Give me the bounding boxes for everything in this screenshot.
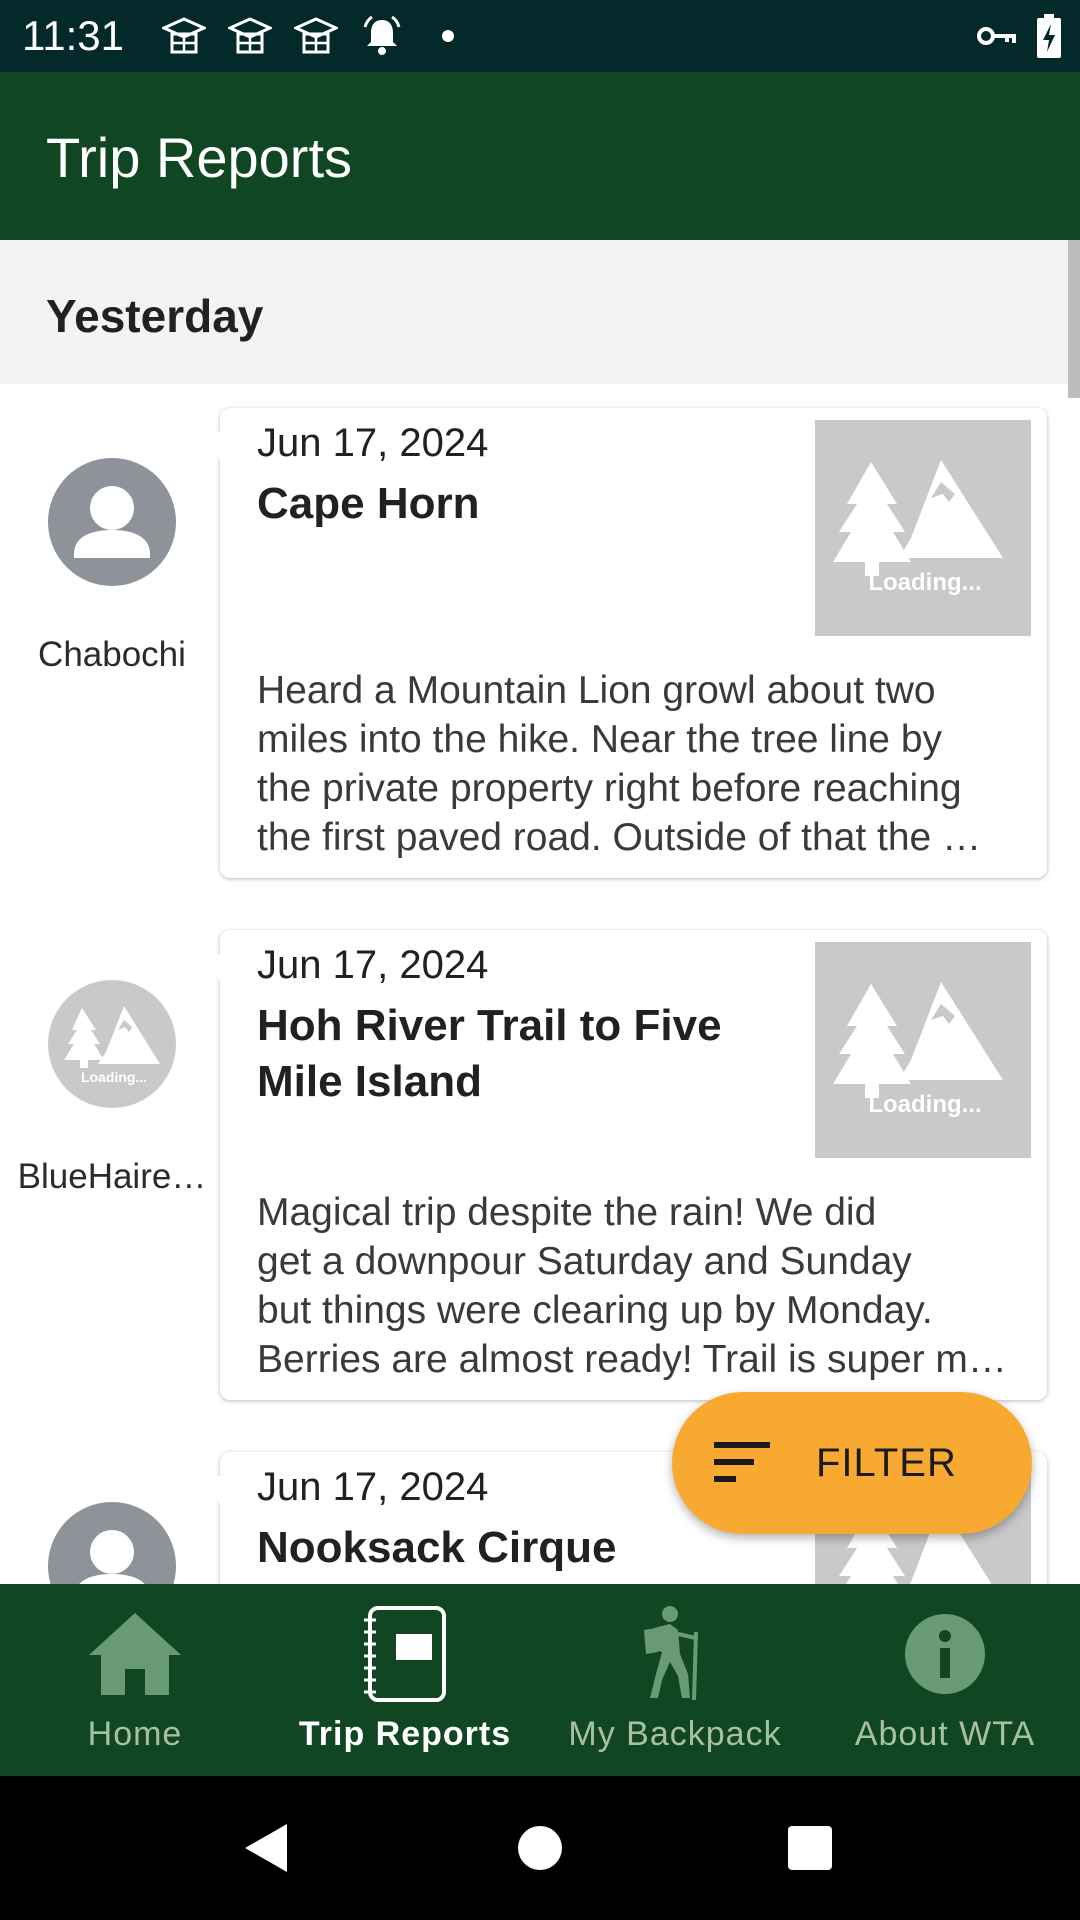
info-icon bbox=[895, 1604, 995, 1704]
report-card[interactable]: Jun 17, 2024 Cape Horn Loading... Heard … bbox=[206, 408, 1047, 878]
bottom-navigation: Home Trip Reports My Backpack About WTA bbox=[0, 1584, 1080, 1776]
filter-button[interactable]: FILTER bbox=[672, 1392, 1032, 1534]
excerpt-line: but things were clearing up by Monday. bbox=[257, 1289, 933, 1332]
trip-report-item[interactable]: Chabochi Jun 17, 2024 Cape Horn Loading.… bbox=[0, 408, 1080, 898]
trip-report-item[interactable]: Loading... BlueHaire… Jun 17, 2024 Hoh R… bbox=[0, 930, 1080, 1420]
status-bar: 11:31 bbox=[0, 0, 1080, 72]
nav-item-trip-reports[interactable]: Trip Reports bbox=[270, 1584, 540, 1776]
status-time: 11:31 bbox=[22, 12, 124, 59]
report-card[interactable]: Jun 17, 2024 Hoh River Trail to Five Mil… bbox=[206, 930, 1047, 1400]
card-pointer bbox=[206, 432, 220, 460]
loading-label: Loading... bbox=[868, 1091, 981, 1118]
home-button[interactable] bbox=[510, 1818, 570, 1878]
recents-square-icon bbox=[788, 1826, 832, 1870]
person-icon bbox=[74, 486, 150, 558]
person-icon bbox=[79, 1530, 145, 1584]
graduation-cap-icon bbox=[160, 14, 208, 58]
notification-icons bbox=[160, 14, 490, 58]
graduation-cap-icon bbox=[226, 14, 274, 58]
loading-label: Loading... bbox=[81, 1069, 147, 1085]
page-title: Trip Reports bbox=[46, 126, 353, 189]
hiker-icon bbox=[625, 1604, 725, 1704]
vpn-key-icon bbox=[976, 14, 1016, 58]
card-pointer bbox=[206, 1476, 220, 1504]
excerpt-line: the first paved road. Outside of that th… bbox=[257, 816, 982, 859]
nav-item-about-wta[interactable]: About WTA bbox=[810, 1584, 1080, 1776]
report-title: Hoh River Trail to Five Mile Island bbox=[257, 1001, 722, 1106]
nav-label: My Backpack bbox=[568, 1715, 782, 1753]
author-name[interactable]: BlueHaire… bbox=[14, 1156, 210, 1198]
report-date: Jun 17, 2024 bbox=[257, 1465, 489, 1509]
nav-item-my-backpack[interactable]: My Backpack bbox=[540, 1584, 810, 1776]
app-bar: Trip Reports bbox=[0, 72, 1080, 240]
tree-mountain-icon bbox=[833, 982, 1003, 1098]
alarm-bell-icon bbox=[358, 14, 406, 58]
back-triangle-icon bbox=[245, 1824, 287, 1872]
report-date: Jun 17, 2024 bbox=[257, 421, 489, 465]
author-name[interactable]: Chabochi bbox=[14, 634, 210, 676]
nav-label: About WTA bbox=[854, 1715, 1036, 1753]
report-date: Jun 17, 2024 bbox=[257, 943, 489, 987]
home-circle-icon bbox=[518, 1826, 562, 1870]
home-icon bbox=[85, 1604, 185, 1704]
excerpt-line: get a downpour Saturday and Sunday bbox=[257, 1240, 912, 1283]
report-title: Cape Horn bbox=[257, 479, 480, 528]
notebook-icon bbox=[355, 1604, 455, 1704]
section-title: Yesterday bbox=[46, 290, 264, 342]
system-status-icons bbox=[956, 14, 1062, 58]
avatar[interactable]: Loading... bbox=[48, 980, 176, 1108]
excerpt-line: the private property right before reachi… bbox=[257, 767, 962, 810]
filter-list-icon bbox=[714, 1442, 770, 1482]
avatar[interactable] bbox=[48, 1502, 176, 1584]
nav-label: Home bbox=[87, 1715, 183, 1753]
section-header: Yesterday bbox=[0, 240, 1080, 384]
scrollbar[interactable] bbox=[1068, 240, 1080, 398]
tree-mountain-icon bbox=[833, 460, 1003, 576]
dot-icon bbox=[424, 14, 472, 58]
excerpt-line: Magical trip despite the rain! We did bbox=[257, 1191, 877, 1234]
system-navigation-bar bbox=[0, 1776, 1080, 1920]
battery-charging-icon bbox=[1036, 14, 1062, 58]
card-pointer bbox=[206, 954, 220, 982]
recents-button[interactable] bbox=[780, 1818, 840, 1878]
report-excerpt: Heard a Mountain Lion growl about two mi… bbox=[257, 666, 1033, 862]
report-excerpt: Magical trip despite the rain! We did ge… bbox=[257, 1188, 1033, 1384]
nav-label: Trip Reports bbox=[298, 1715, 512, 1753]
loading-label: Loading... bbox=[868, 569, 981, 596]
nav-item-home[interactable]: Home bbox=[0, 1584, 270, 1776]
report-thumbnail[interactable]: Loading... bbox=[815, 420, 1031, 636]
graduation-cap-icon bbox=[292, 14, 340, 58]
back-button[interactable] bbox=[236, 1818, 296, 1878]
excerpt-line: Heard a Mountain Lion growl about two bbox=[257, 669, 936, 712]
trip-report-list[interactable]: Yesterday Chabochi Jun 17, 2024 Cape Hor… bbox=[0, 240, 1080, 1584]
tree-mountain-icon bbox=[64, 1006, 160, 1068]
excerpt-line: miles into the hike. Near the tree line … bbox=[257, 718, 943, 761]
report-thumbnail[interactable]: Loading... bbox=[815, 942, 1031, 1158]
report-title: Nooksack Cirque bbox=[257, 1523, 617, 1572]
excerpt-line: Berries are almost ready! Trail is super… bbox=[257, 1338, 1007, 1381]
avatar[interactable] bbox=[48, 458, 176, 586]
filter-label: FILTER bbox=[816, 1441, 957, 1485]
